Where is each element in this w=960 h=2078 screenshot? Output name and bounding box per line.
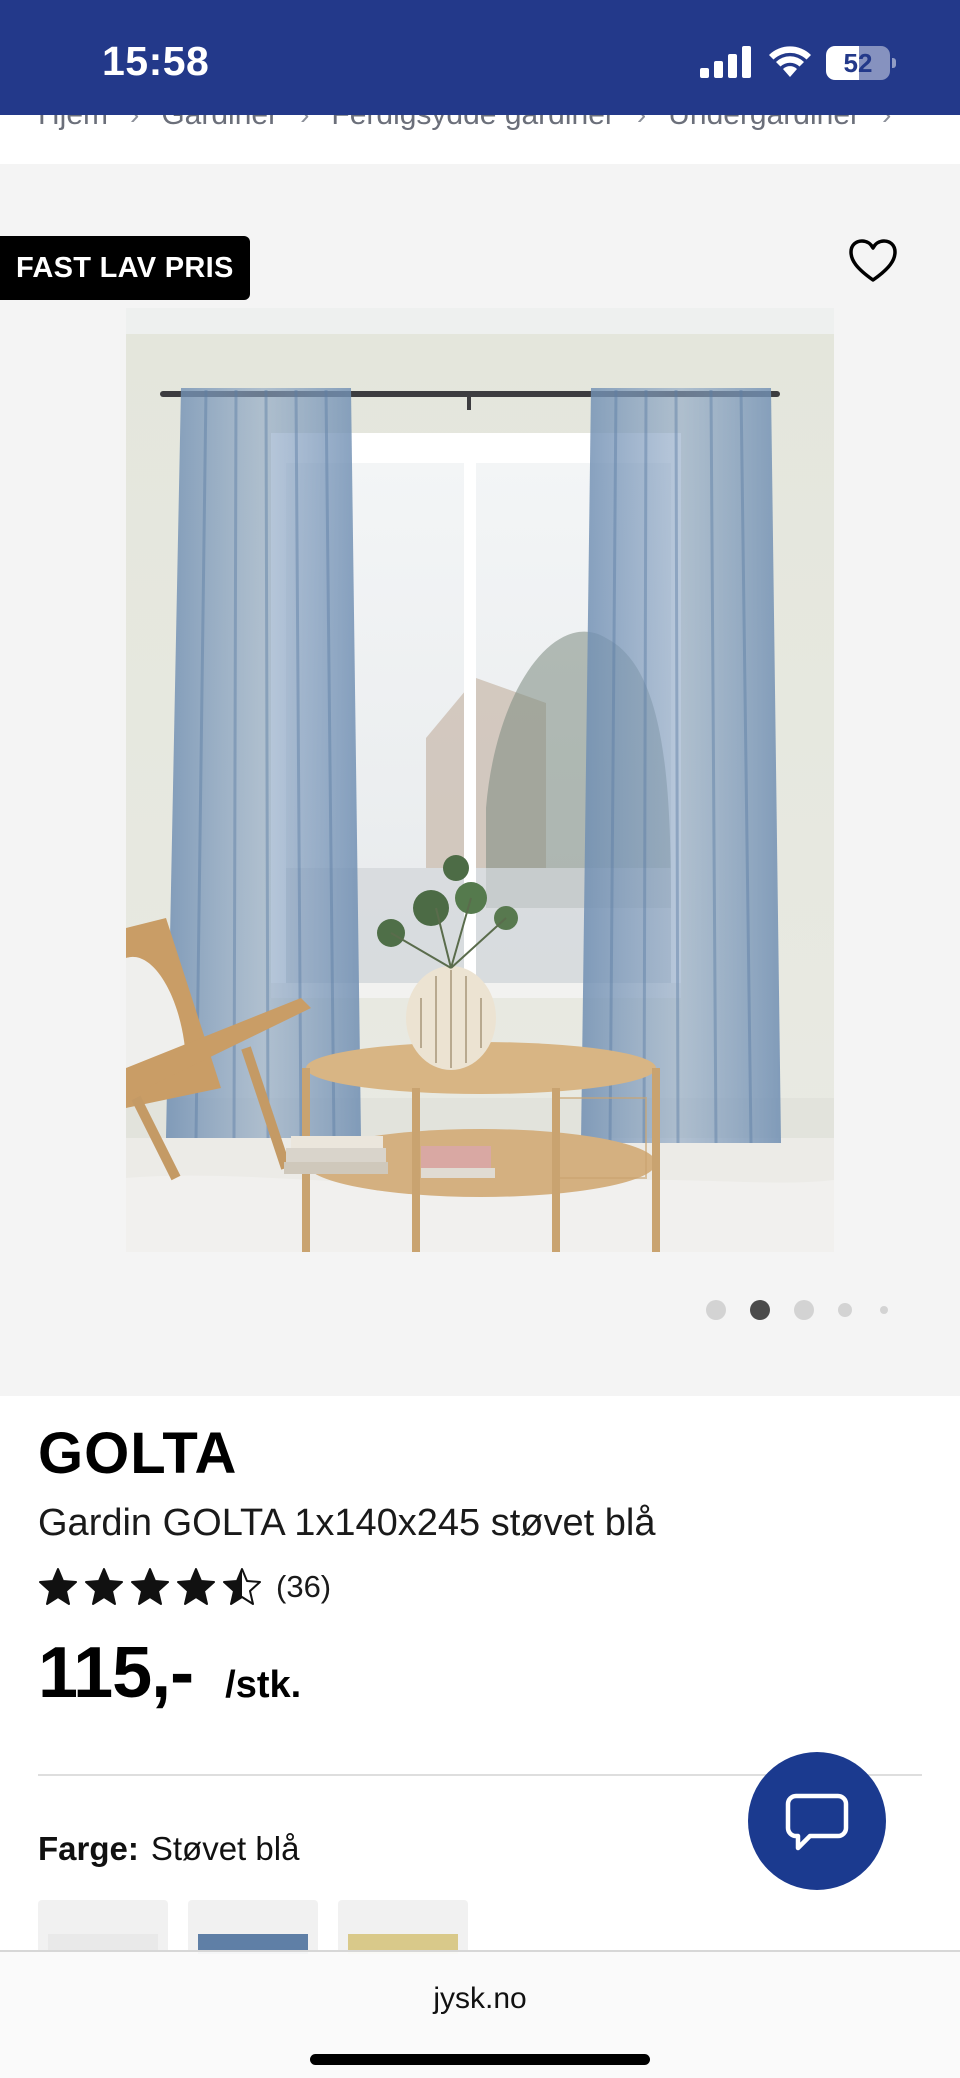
product-page: 15:58 52 Hjem › Gardiner › Ferdigsydde g…	[0, 0, 960, 2078]
color-label: Farge:	[38, 1830, 139, 1867]
product-image-gallery[interactable]: FAST LAV PRIS	[0, 164, 960, 1396]
color-value: Støvet blå	[150, 1830, 300, 1867]
pagination-dot[interactable]	[838, 1303, 852, 1317]
status-time: 15:58	[102, 38, 210, 84]
cellular-signal-icon	[700, 46, 751, 78]
product-title: Gardin GOLTA 1x140x245 støvet blå	[38, 1502, 656, 1544]
price-unit: /stk.	[225, 1664, 302, 1706]
color-selector-label: Farge: Støvet blå	[38, 1830, 299, 1868]
product-photo[interactable]	[126, 308, 834, 1252]
browser-address-bar[interactable]: jysk.no	[0, 1950, 960, 2078]
price-badge: FAST LAV PRIS	[0, 236, 250, 300]
star-icon	[131, 1568, 169, 1605]
chat-button[interactable]	[748, 1752, 886, 1890]
chat-bubble-icon	[785, 1793, 849, 1851]
home-indicator	[310, 2054, 650, 2065]
product-price: 115,- /stk.	[38, 1632, 301, 1714]
pagination-dot[interactable]	[750, 1300, 770, 1320]
heart-icon[interactable]	[846, 234, 900, 288]
wifi-icon	[769, 46, 811, 77]
pagination-dot[interactable]	[880, 1306, 888, 1314]
star-icon	[85, 1568, 123, 1605]
star-icon	[177, 1568, 215, 1605]
review-count[interactable]: (36)	[276, 1569, 331, 1605]
battery-icon: 52	[826, 46, 896, 80]
battery-level: 52	[843, 48, 873, 78]
url-text[interactable]: jysk.no	[0, 1982, 960, 2016]
pagination-dot[interactable]	[794, 1300, 814, 1320]
status-bar: 15:58 52	[0, 0, 960, 115]
rating-stars	[38, 1567, 262, 1607]
price-amount: 115,-	[38, 1633, 194, 1713]
product-brand: GOLTA	[38, 1421, 238, 1486]
star-icon	[39, 1568, 77, 1605]
star-icon	[223, 1568, 261, 1605]
pagination-dot[interactable]	[706, 1300, 726, 1320]
product-rating[interactable]: (36)	[38, 1564, 331, 1610]
gallery-pagination[interactable]	[700, 1298, 900, 1322]
